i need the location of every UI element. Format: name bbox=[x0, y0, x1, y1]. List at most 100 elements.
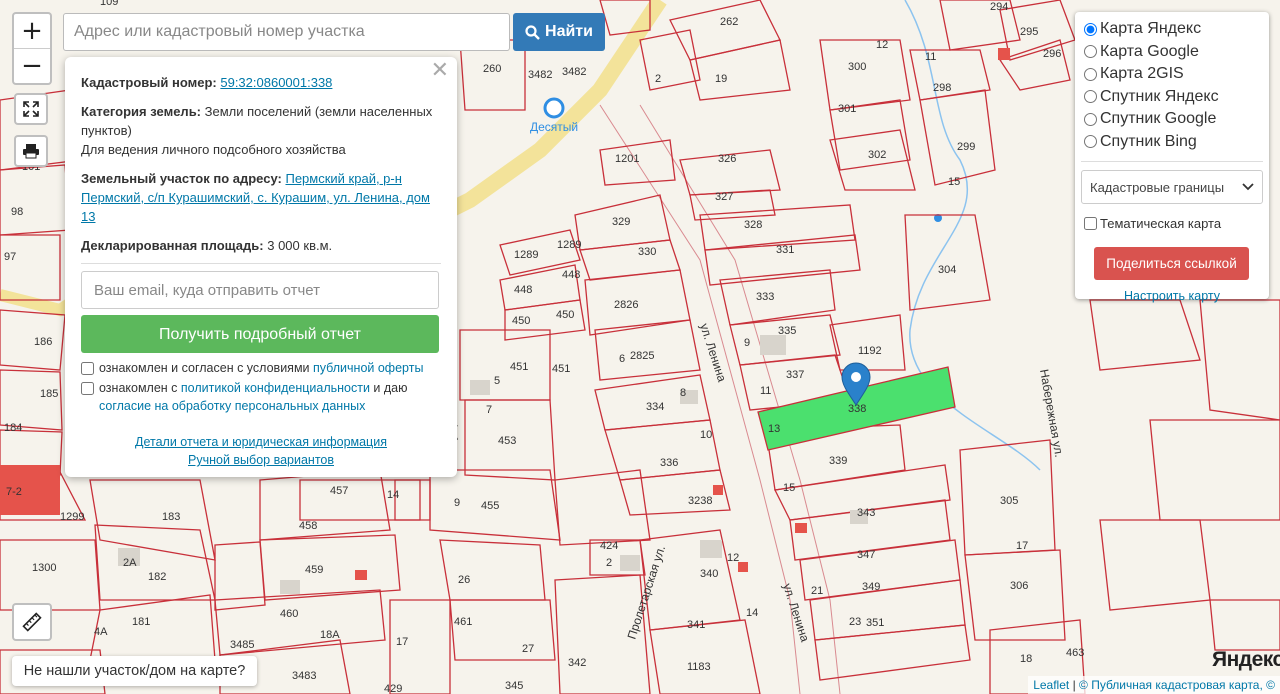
parcel-number: 8 bbox=[680, 387, 686, 399]
map-type-option[interactable]: Спутник Bing bbox=[1081, 131, 1263, 154]
report-details-link[interactable]: Детали отчета и юридическая информация bbox=[135, 435, 387, 449]
area-label: Декларированная площадь: bbox=[81, 238, 264, 253]
category-label: Категория земель: bbox=[81, 104, 202, 119]
map-type-radio[interactable] bbox=[1084, 22, 1097, 36]
map-type-option[interactable]: Карта Google bbox=[1081, 41, 1263, 64]
map-type-radio[interactable] bbox=[1084, 67, 1097, 81]
parcel-number: 1201 bbox=[615, 153, 639, 165]
parcel-number: 6 bbox=[619, 353, 625, 365]
parcel-number: 2 bbox=[606, 557, 612, 569]
parcel-number: 15 bbox=[783, 482, 795, 494]
get-report-button[interactable]: Получить подробный отчет bbox=[81, 315, 439, 353]
chevron-down-icon bbox=[1242, 183, 1254, 191]
map-type-label: Спутник Яндекс bbox=[1100, 87, 1219, 105]
configure-map-link[interactable]: Настроить карту bbox=[1124, 289, 1220, 303]
parcel-number: 1183 bbox=[687, 661, 711, 673]
parcel-number: 296 bbox=[1043, 48, 1061, 60]
data-processing-link[interactable]: согласие на обработку персональных данны… bbox=[99, 399, 365, 413]
parcel-number: 333 bbox=[756, 291, 774, 303]
map-type-radio[interactable] bbox=[1084, 112, 1097, 126]
parcel-number: 450 bbox=[556, 309, 574, 321]
parcel-number: 304 bbox=[938, 264, 956, 276]
map-type-options: Карта Яндекс Карта Google Карта 2GIS Спутни… bbox=[1081, 18, 1263, 153]
privacy-policy-link[interactable]: политикой конфиденциальности bbox=[181, 381, 370, 395]
parcel-number: 351 bbox=[866, 617, 884, 629]
zoom-in-button[interactable]: + bbox=[14, 14, 50, 49]
station-icon[interactable] bbox=[543, 97, 565, 119]
offer-label: ознакомлен и согласен с условиями bbox=[99, 361, 313, 375]
map-type-label: Спутник Bing bbox=[1100, 132, 1197, 150]
offer-checkbox[interactable] bbox=[81, 362, 94, 375]
search-icon bbox=[525, 24, 540, 40]
privacy-checkbox[interactable] bbox=[81, 382, 94, 395]
zoom-out-button[interactable]: − bbox=[14, 49, 50, 83]
map-type-option[interactable]: Спутник Яндекс bbox=[1081, 86, 1263, 109]
parcel-number: 458 bbox=[299, 520, 317, 532]
parcel-number: 463 bbox=[1066, 647, 1084, 659]
parcel-number: 7-2 bbox=[6, 486, 22, 498]
parcel-number: 186 bbox=[34, 336, 52, 348]
map-type-option[interactable]: Карта 2GIS bbox=[1081, 63, 1263, 86]
parcel-number: 455 bbox=[481, 500, 499, 512]
offer-consent-row: ознакомлен и согласен с условиями публич… bbox=[81, 359, 441, 377]
parcel-number: 345 bbox=[505, 680, 523, 692]
map-type-label: Карта Google bbox=[1100, 42, 1199, 60]
parcel-number: 185 bbox=[40, 388, 58, 400]
address-row: Земельный участок по адресу: Пермский кр… bbox=[81, 169, 441, 226]
parcel-number: 181 bbox=[132, 616, 150, 628]
parcel-number: 342 bbox=[568, 657, 586, 669]
printer-icon bbox=[23, 144, 39, 159]
thematic-checkbox[interactable] bbox=[1084, 216, 1097, 230]
parcel-number: 26 bbox=[458, 574, 470, 586]
attribution: Leaflet | © Публичная кадастровая карта,… bbox=[1028, 676, 1280, 694]
parcel-number: 347 bbox=[857, 549, 875, 561]
map-type-radio[interactable] bbox=[1084, 45, 1097, 59]
ruler-button[interactable] bbox=[12, 603, 52, 641]
expand-icon bbox=[23, 101, 39, 117]
map-type-radio[interactable] bbox=[1084, 135, 1097, 149]
print-button[interactable] bbox=[14, 135, 48, 167]
parcel-number: 3238 bbox=[688, 495, 712, 507]
source-link[interactable]: © Публичная кадастровая карта, © bbox=[1079, 678, 1275, 692]
parcel-number: 299 bbox=[957, 141, 975, 153]
parcel-number: 343 bbox=[857, 507, 875, 519]
offer-link[interactable]: публичной оферты bbox=[313, 361, 423, 375]
fullscreen-button[interactable] bbox=[14, 93, 48, 125]
parcel-number: 461 bbox=[454, 616, 472, 628]
configure-map: Настроить карту bbox=[1081, 289, 1263, 303]
area-row: Декларированная площадь: 3 000 кв.м. bbox=[81, 236, 441, 255]
parcel-number: 4A bbox=[94, 626, 108, 638]
parcel-number: 1289 bbox=[514, 249, 538, 261]
close-icon[interactable]: ✕ bbox=[431, 60, 449, 82]
overlay-select[interactable]: Кадастровые границы bbox=[1081, 170, 1263, 204]
parcel-number: 429 bbox=[384, 683, 402, 694]
map-type-radio[interactable] bbox=[1084, 90, 1097, 104]
parcel-number: 13 bbox=[768, 423, 780, 435]
parcel-number: 349 bbox=[862, 581, 880, 593]
thematic-map-toggle[interactable]: Тематическая карта bbox=[1081, 212, 1263, 235]
map-type-option[interactable]: Спутник Google bbox=[1081, 108, 1263, 131]
manual-selection-link[interactable]: Ручной выбор вариантов bbox=[188, 453, 334, 467]
cadastral-number-link[interactable]: 59:32:0860001:338 bbox=[220, 75, 332, 90]
parcel-number: 109 bbox=[100, 0, 118, 8]
leaflet-link[interactable]: Leaflet bbox=[1033, 678, 1069, 692]
parcel-number: 451 bbox=[552, 363, 570, 375]
not-found-button[interactable]: Не нашли участок/дом на карте? bbox=[12, 656, 257, 686]
privacy-text: ознакомлен с политикой конфиденциальност… bbox=[99, 379, 441, 415]
email-field[interactable] bbox=[81, 271, 439, 309]
parcel-number: 328 bbox=[744, 219, 762, 231]
search-input[interactable] bbox=[63, 13, 510, 51]
share-link-button[interactable]: Поделиться ссылкой bbox=[1094, 246, 1249, 280]
parcel-number: 302 bbox=[868, 149, 886, 161]
map-type-option[interactable]: Карта Яндекс bbox=[1081, 18, 1263, 41]
parcel-number: 448 bbox=[562, 269, 580, 281]
find-button[interactable]: Найти bbox=[513, 13, 605, 51]
parcel-number: 183 bbox=[162, 511, 180, 523]
parcel-number: 327 bbox=[715, 191, 733, 203]
parcel-number: 330 bbox=[638, 246, 656, 258]
parcel-number: 17 bbox=[396, 636, 408, 648]
parcel-info-popup: ✕ Кадастровый номер: 59:32:0860001:338 К… bbox=[65, 57, 457, 477]
parcel-number: 260 bbox=[483, 63, 501, 75]
map-type-label: Спутник Google bbox=[1100, 110, 1217, 128]
parcel-number: 19 bbox=[715, 73, 727, 85]
